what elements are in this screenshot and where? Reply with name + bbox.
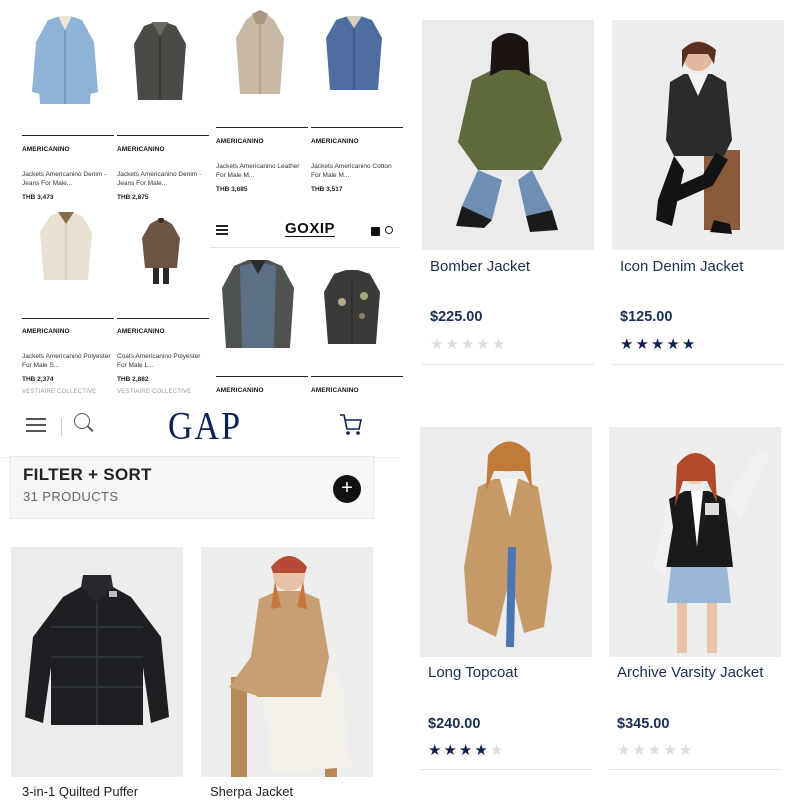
brand-label: AMERICANINO (117, 146, 165, 153)
brand-label: AMERICANINO (22, 328, 70, 335)
star-icon: ★ (491, 336, 508, 353)
rating-stars: ★★★★★ (430, 335, 507, 353)
star-icon: ★ (620, 336, 636, 353)
seller-label: VESTIAIRE COLLECTIVE (22, 389, 97, 395)
goxip-header: GOXIP (210, 214, 400, 248)
brown-coat-image[interactable] (140, 218, 182, 288)
star-icon: ★ (666, 336, 682, 353)
product-title[interactable]: 3-in-1 Quilted Puffer (22, 784, 138, 799)
puffer-jacket-image[interactable] (11, 547, 183, 777)
divider (612, 364, 784, 365)
star-icon: ★ (458, 742, 475, 759)
product-name[interactable]: Long Topcoat (428, 664, 518, 681)
product-name[interactable]: Bomber Jacket (430, 258, 530, 275)
sherpa-jacket-image[interactable] (201, 547, 373, 777)
product-title[interactable]: Jackets Americanino Denim - Jeans For Ma… (117, 170, 207, 188)
product-name[interactable]: Archive Varsity Jacket (617, 664, 763, 681)
star-icon: ★ (474, 742, 490, 759)
product-title[interactable]: Jackets Americanino Polyester For Male S… (22, 352, 112, 370)
search-handle (87, 425, 94, 432)
listing-grid-panel: AMERICANINO Jackets Americanino Denim - … (0, 0, 210, 400)
product-price: $240.00 (428, 716, 481, 732)
star-icon: ★ (650, 336, 667, 353)
dark-denim-jacket-image[interactable] (130, 20, 190, 106)
brand-label: AMERICANINO (117, 328, 165, 335)
beige-jacket-image[interactable] (234, 10, 286, 98)
divider (422, 364, 594, 365)
star-icon: ★ (489, 742, 506, 759)
patched-bomber-image[interactable] (322, 266, 382, 348)
gap-mobile-panel: GAP FILTER + SORT 31 PRODUCTS + 3-in-1 Q… (0, 400, 400, 800)
goxip-panel: AMERICANINO Jackets Americanino Leather … (210, 0, 410, 400)
icon-denim-jacket-image[interactable] (612, 20, 784, 250)
rating-stars: ★★★★★ (620, 335, 697, 353)
product-price: THB 2,882 (117, 376, 149, 383)
gap-product-grid: Bomber Jacket $225.00 ★★★★★ Icon Denim J… (410, 0, 800, 800)
gap-header: GAP (0, 400, 400, 458)
archive-varsity-jacket-image[interactable] (609, 427, 781, 657)
star-icon: ★ (632, 742, 648, 759)
star-icon: ★ (460, 336, 477, 353)
open-filter-button[interactable]: + (333, 475, 361, 503)
cart-icon[interactable] (338, 412, 364, 438)
divider (420, 769, 592, 770)
search-icon[interactable] (385, 226, 393, 234)
product-price: $345.00 (617, 716, 670, 732)
brand-label: AMERICANINO (311, 138, 359, 145)
product-title[interactable]: Coats Americanino Polyester For Male L..… (117, 352, 207, 370)
gap-logo[interactable]: GAP (168, 405, 242, 449)
rating-stars: ★★★★★ (617, 741, 694, 759)
star-icon: ★ (681, 336, 698, 353)
brand-label: AMERICANINO (216, 387, 264, 394)
blue-denim-jacket-image[interactable] (322, 14, 386, 94)
star-icon: ★ (678, 742, 695, 759)
star-icon: ★ (445, 336, 461, 353)
product-price: THB 2,875 (117, 194, 149, 201)
star-icon: ★ (428, 742, 444, 759)
product-count: 31 PRODUCTS (23, 489, 119, 504)
white-jacket-image[interactable] (38, 210, 94, 288)
bomber-jacket-image[interactable] (422, 20, 594, 250)
hamburger-icon[interactable] (216, 225, 228, 235)
star-icon: ★ (663, 742, 679, 759)
seller-label: VESTIAIRE COLLECTIVE (117, 389, 192, 395)
denim-jacket-image[interactable] (30, 12, 100, 112)
filter-sort-title[interactable]: FILTER + SORT (23, 465, 152, 485)
star-icon: ★ (635, 336, 651, 353)
brand-label: AMERICANINO (216, 138, 264, 145)
product-title[interactable]: Jackets Americanino Denim - Jeans For Ma… (22, 170, 112, 188)
product-price: THB 3,685 (216, 186, 248, 193)
product-price: THB 3,517 (311, 186, 343, 193)
divider (61, 418, 62, 436)
star-icon: ★ (443, 742, 459, 759)
long-topcoat-image[interactable] (420, 427, 592, 657)
hamburger-icon[interactable] (26, 418, 46, 432)
product-price: THB 3,473 (22, 194, 54, 201)
rating-stars: ★★★★★ (428, 741, 505, 759)
product-name[interactable]: Icon Denim Jacket (620, 258, 743, 275)
product-price: $125.00 (620, 309, 673, 325)
goxip-logo[interactable]: GOXIP (285, 220, 336, 237)
star-icon: ★ (430, 336, 446, 353)
product-title[interactable]: Jackets Americanino Leather For Male M..… (216, 162, 306, 180)
brand-label: AMERICANINO (22, 146, 70, 153)
product-title[interactable]: Sherpa Jacket (210, 784, 293, 799)
divider (609, 769, 781, 770)
filter-sort-bar[interactable]: FILTER + SORT 31 PRODUCTS + (10, 456, 374, 519)
star-icon: ★ (617, 742, 633, 759)
brand-label: AMERICANINO (311, 387, 359, 394)
bag-icon[interactable] (371, 227, 380, 236)
product-price: THB 2,374 (22, 376, 54, 383)
star-icon: ★ (476, 336, 492, 353)
product-title[interactable]: Jackets Americanino Cotton For Male M... (311, 162, 401, 180)
star-icon: ★ (647, 742, 664, 759)
product-price: $225.00 (430, 309, 483, 325)
vest-jacket-image[interactable] (220, 258, 296, 350)
